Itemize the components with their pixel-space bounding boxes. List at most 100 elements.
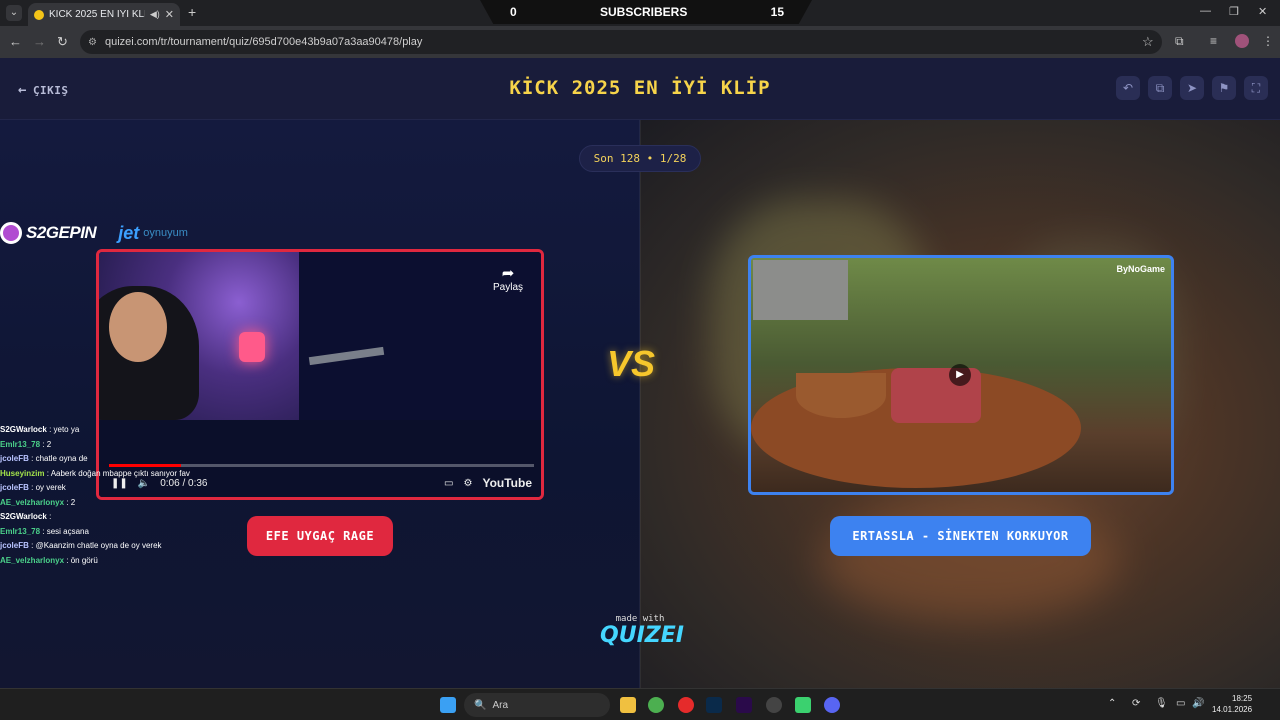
chat-text: : Aaberk doğan mbappe çıktı sanıyor fav — [44, 468, 190, 478]
overlay-left-count: 0 — [510, 5, 517, 19]
url-text: quizei.com/tr/tournament/quiz/695d700e43… — [104, 36, 423, 48]
restore-icon[interactable]: ❐ — [1229, 5, 1239, 18]
fullscreen-icon[interactable]: ⛶ — [1244, 76, 1268, 100]
minimize-icon[interactable]: — — [1200, 5, 1211, 17]
forward-icon[interactable]: → — [33, 34, 46, 50]
webcam-inset — [753, 260, 848, 320]
microphone-icon[interactable]: 🎙 — [1155, 698, 1168, 709]
choose-right-button[interactable]: ERTASSLA - SİNEKTEN KORKUYOR — [830, 516, 1091, 556]
streamer-logo-icon — [0, 222, 22, 244]
browser-tab[interactable]: KİCK 2025 EN İYİ KLİP - Tier ◀) ✕ — [28, 3, 180, 26]
chat-text: : — [46, 512, 52, 521]
opera-icon[interactable] — [678, 697, 694, 713]
url-field[interactable]: ⚙ quizei.com/tr/tournament/quiz/695d700e… — [80, 30, 1162, 54]
clock-time: 18:25 — [1232, 694, 1253, 703]
close-window-icon[interactable]: ✕ — [1258, 5, 1267, 18]
quiz-page: ← ÇIKIŞ KİCK 2025 EN İYİ KLİP ↶ ⧉ ➤ ⚑ ⛶ … — [0, 58, 1280, 688]
report-flag-icon[interactable]: ⚑ — [1212, 76, 1236, 100]
sponsor-logo: jet — [118, 222, 140, 243]
obs-icon[interactable] — [766, 697, 782, 713]
search-placeholder: Ara — [492, 699, 509, 711]
site-info-icon[interactable]: ⚙ — [88, 37, 97, 48]
speaker-icon[interactable]: 🔊 — [1192, 698, 1204, 709]
share-arrow-icon: ➦ — [501, 265, 515, 282]
tab-title: KİCK 2025 EN İYİ KLİP - Tier — [49, 9, 145, 20]
center-divider — [639, 120, 641, 688]
media-control-icon[interactable]: ≡ — [1210, 34, 1217, 48]
overlay-label: SUBSCRIBERS — [599, 5, 688, 19]
quiz-header: ← ÇIKIŞ KİCK 2025 EN İYİ KLİP ↶ ⧉ ➤ ⚑ ⛶ — [0, 58, 1280, 120]
chat-username: S2GWarlock — [0, 425, 47, 434]
back-icon[interactable]: ← — [9, 34, 22, 50]
tray-expand-icon[interactable]: ⌃ — [1108, 698, 1116, 709]
chat-username: jcoleFB — [0, 483, 29, 492]
bookmark-star-icon[interactable]: ☆ — [1142, 34, 1154, 50]
new-tab-button[interactable]: + — [188, 5, 196, 19]
search-icon: 🔍 — [474, 699, 487, 711]
copy-link-icon[interactable]: ⧉ — [1148, 76, 1172, 100]
chat-username: Huseyinzim — [0, 468, 45, 478]
captions-icon[interactable]: ▭ — [444, 478, 453, 489]
file-explorer-icon[interactable] — [620, 697, 636, 713]
chat-message: S2GWarlock : yeto ya — [0, 423, 240, 438]
youtube-logo[interactable]: YouTube — [482, 476, 532, 490]
chat-text: : 2 — [64, 497, 76, 507]
extensions-icon[interactable]: ⧉ — [1175, 34, 1184, 49]
menu-icon[interactable]: ⋮ — [1262, 34, 1274, 48]
kick-icon[interactable] — [795, 697, 811, 713]
quizei-logo: QUIZEI — [600, 623, 684, 648]
streamer-name: S2GEPIN — [26, 223, 97, 242]
made-with-footer[interactable]: made with QUIZEI — [600, 614, 684, 648]
overlay-right-count: 15 — [770, 5, 784, 19]
settings-gear-icon[interactable]: ⚙ — [463, 478, 472, 489]
discord-icon[interactable] — [824, 697, 840, 713]
chat-text: : 2 — [40, 439, 52, 449]
address-bar: ← → ↻ ⚙ quizei.com/tr/tournament/quiz/69… — [0, 26, 1280, 58]
undo-icon[interactable]: ↶ — [1116, 76, 1140, 100]
chat-text: : sesi açsana — [40, 526, 89, 536]
close-tab-icon[interactable]: ✕ — [165, 8, 174, 21]
channel-watermark: ByNoGame — [1116, 264, 1165, 274]
network-icon[interactable]: ▭ — [1176, 698, 1185, 709]
play-icon[interactable]: ▶ — [949, 364, 971, 386]
round-progress: Son 128 • 1/28 — [579, 145, 701, 172]
page-title: KİCK 2025 EN İYİ KLİP — [509, 77, 771, 99]
chat-message: jcoleFB : @Kaanzim chatle oyna de oy ver… — [0, 539, 240, 554]
chat-username: AE_velzharlonyx — [0, 497, 65, 507]
chat-username: jcoleFB — [0, 454, 29, 463]
share-label: Paylaş — [492, 282, 523, 293]
taskbar-search[interactable]: 🔍 Ara — [464, 693, 610, 717]
chat-text: : chatle oyna de — [28, 454, 88, 463]
sync-icon[interactable]: ⟳ — [1132, 698, 1140, 709]
chat-username: Emlr13_78 — [0, 526, 41, 536]
photoshop-icon[interactable] — [706, 697, 722, 713]
stream-chat: S2GWarlock : yeto ya Emlr13_78 : 2 jcoleFB… — [0, 423, 240, 568]
reload-icon[interactable]: ↻ — [57, 34, 68, 50]
chat-message: jcoleFB : oy verek — [0, 481, 240, 496]
streamer-branding: S2GEPIN jet oynuyum — [0, 222, 188, 244]
chrome-icon[interactable] — [648, 697, 664, 713]
favicon-icon — [34, 9, 44, 20]
share-icon[interactable]: ➤ — [1180, 76, 1204, 100]
subscriber-overlay: 0 SUBSCRIBERS 15 — [480, 0, 812, 24]
webcam-view — [99, 252, 299, 420]
sponsor-suffix: oynuyum — [143, 227, 188, 239]
versus-icon: VS — [607, 343, 656, 384]
profile-avatar[interactable] — [1235, 34, 1249, 48]
chat-message: Huseyinzim : Aaberk doğan mbappe çıktı s… — [0, 467, 240, 482]
chat-username: jcoleFB — [0, 541, 29, 550]
start-menu-icon[interactable] — [440, 697, 456, 713]
clock-date: 14.01.2026 — [1212, 705, 1253, 714]
tab-list-button[interactable]: ⌄ — [6, 5, 22, 21]
chat-text: : oy verek — [28, 483, 66, 492]
audio-icon[interactable]: ◀) — [150, 9, 160, 20]
chat-message: AE_velzharlonyx : ön görü — [0, 554, 240, 569]
premiere-icon[interactable] — [736, 697, 752, 713]
system-clock[interactable]: 18:25 14.01.2026 — [1212, 693, 1252, 715]
chat-username: S2GWarlock — [0, 512, 47, 521]
chat-text: : ön görü — [64, 555, 98, 565]
chat-text: : yeto ya — [46, 425, 80, 434]
youtube-share-button[interactable]: ➦ Paylaş — [493, 264, 523, 293]
choose-left-button[interactable]: EFE UYGAÇ RAGE — [247, 516, 393, 556]
right-video-player[interactable]: ByNoGame ▶ — [748, 255, 1174, 495]
